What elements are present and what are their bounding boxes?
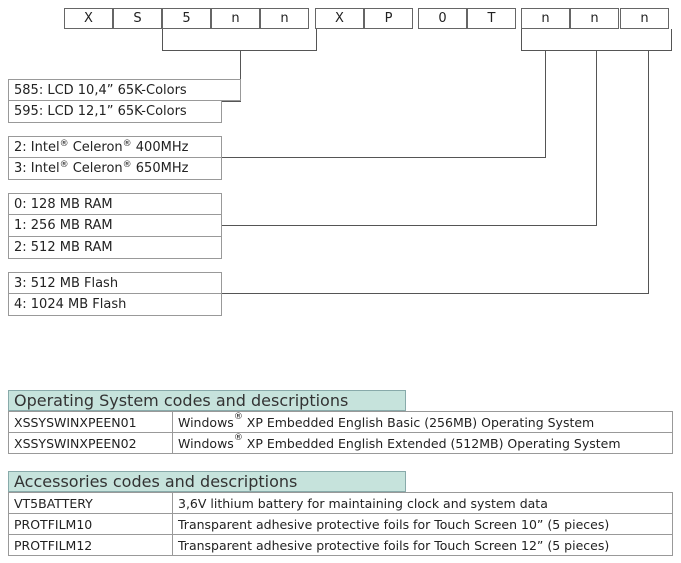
flash-connector: [648, 50, 649, 293]
os-desc-suffix: XP Embedded English Extended (512MB) Ope…: [242, 435, 621, 451]
os-table-title: Operating System codes and descriptions: [8, 390, 406, 411]
os-description: Windows® XP Embedded English Extended (5…: [172, 432, 673, 454]
cpu-option-suffix: 400MHz: [131, 140, 189, 155]
cpu-option-prefix: 3: Intel: [14, 161, 60, 176]
cpu-option-suffix: 650MHz: [131, 161, 189, 176]
registered-mark: ®: [59, 139, 69, 149]
cpu-option-prefix: 2: Intel: [14, 140, 60, 155]
table-row: VT5BATTERY 3,6V lithium battery for main…: [8, 492, 673, 514]
code-cell: P: [364, 8, 413, 29]
ram-option: 1: 256 MB RAM: [8, 215, 222, 237]
os-description: Windows® XP Embedded English Basic (256M…: [172, 411, 673, 433]
registered-mark: ®: [233, 432, 243, 443]
accessory-description: Transparent adhesive protective foils fo…: [172, 513, 673, 535]
accessories-table-title: Accessories codes and descriptions: [8, 471, 406, 492]
cpu-option: 3: Intel® Celeron® 650MHz: [8, 158, 222, 180]
registered-mark: ®: [122, 139, 132, 149]
accessory-description: Transparent adhesive protective foils fo…: [172, 534, 673, 556]
bracket-line: [316, 29, 317, 50]
ram-option: 2: 512 MB RAM: [8, 237, 222, 259]
table-row: PROTFILM10 Transparent adhesive protecti…: [8, 513, 673, 535]
registered-mark: ®: [122, 160, 132, 170]
registered-mark: ®: [59, 160, 69, 170]
cpu-option-mid: Celeron: [68, 140, 123, 155]
os-code: XSSYSWINXPEEN02: [8, 432, 173, 454]
registered-mark: ®: [233, 411, 243, 422]
code-cell: X: [315, 8, 364, 29]
cpu-connector: [222, 157, 546, 158]
code-cell: n: [521, 8, 570, 29]
code-cell: n: [620, 8, 669, 29]
accessory-code: PROTFILM10: [8, 513, 173, 535]
bracket-line: [671, 29, 672, 50]
flash-option: 4: 1024 MB Flash: [8, 294, 222, 316]
flash-connector: [222, 293, 649, 294]
ram-connector: [596, 50, 597, 225]
code-cell: X: [64, 8, 113, 29]
accessory-code: VT5BATTERY: [8, 492, 173, 514]
bracket-line: [162, 29, 163, 50]
ram-connector: [222, 225, 597, 226]
bracket-line: [521, 29, 522, 50]
code-cell: S: [113, 8, 162, 29]
code-cell: T: [467, 8, 516, 29]
os-desc-prefix: Windows: [178, 435, 234, 451]
os-table: XSSYSWINXPEEN01 Windows® XP Embedded Eng…: [8, 411, 673, 454]
accessories-table: VT5BATTERY 3,6V lithium battery for main…: [8, 492, 673, 556]
os-desc-suffix: XP Embedded English Basic (256MB) Operat…: [242, 414, 595, 430]
code-cell: 5: [162, 8, 211, 29]
display-option: 585: LCD 10,4” 65K-Colors: [8, 79, 241, 101]
code-cell: 0: [418, 8, 467, 29]
cpu-option-mid: Celeron: [68, 161, 123, 176]
code-cell: n: [260, 8, 309, 29]
table-row: PROTFILM12 Transparent adhesive protecti…: [8, 534, 673, 556]
accessory-code: PROTFILM12: [8, 534, 173, 556]
cpu-option: 2: Intel® Celeron® 400MHz: [8, 136, 222, 158]
os-code: XSSYSWINXPEEN01: [8, 411, 173, 433]
table-row: XSSYSWINXPEEN02 Windows® XP Embedded Eng…: [8, 432, 673, 454]
table-row: XSSYSWINXPEEN01 Windows® XP Embedded Eng…: [8, 411, 673, 433]
code-cell: n: [570, 8, 619, 29]
os-desc-prefix: Windows: [178, 414, 234, 430]
display-option: 595: LCD 12,1” 65K-Colors: [8, 101, 222, 123]
accessory-description: 3,6V lithium battery for maintaining clo…: [172, 492, 673, 514]
flash-option: 3: 512 MB Flash: [8, 272, 222, 294]
ram-option: 0: 128 MB RAM: [8, 193, 222, 215]
code-cell: n: [211, 8, 260, 29]
cpu-connector: [545, 50, 546, 157]
display-connector: [222, 101, 241, 102]
